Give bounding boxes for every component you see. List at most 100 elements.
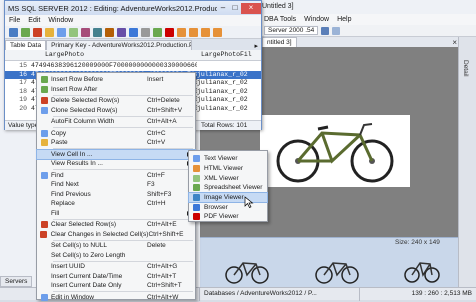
text-viewer-icon	[189, 155, 204, 162]
menu-window[interactable]: Window	[304, 16, 329, 23]
editor-tabbar: ntitled 3] ×	[262, 37, 460, 47]
menu-item-shortcut: Ctrl+F	[147, 172, 187, 179]
server-combo[interactable]: Server 2000 .54	[264, 26, 318, 35]
menu-item-view-cell-in[interactable]: View Cell In ...▶	[37, 150, 195, 160]
stop-icon[interactable]	[165, 28, 174, 37]
minimize-icon[interactable]: –	[217, 3, 229, 14]
clone-selected-row-s-icon	[37, 107, 51, 114]
table-row[interactable]: 1547494638396120009000F70000000000003300…	[5, 62, 261, 70]
menu-item-find[interactable]: FindCtrl+F	[37, 171, 195, 181]
first-record-icon[interactable]	[177, 28, 186, 37]
menu-item-set-cell-s-to-null[interactable]: Set Cell(s) to NULLDelete	[37, 241, 195, 251]
submenu-item-spreadsheet-viewer[interactable]: Spreadsheet Viewer	[189, 183, 267, 193]
menu-item-copy[interactable]: CopyCtrl+C	[37, 129, 195, 139]
menu-item-fill[interactable]: Fill▶	[37, 209, 195, 219]
submenu-item-xml-viewer[interactable]: XML Viewer	[189, 173, 267, 183]
refresh-icon[interactable]	[21, 28, 30, 37]
menu-item-label: Set Cell(s) to Zero Length	[51, 252, 147, 259]
menu-item-shortcut: Ctrl+Shift+E	[148, 231, 187, 238]
image-viewer-icon	[189, 194, 204, 201]
next-record-icon[interactable]	[201, 28, 210, 37]
rollback-icon[interactable]	[141, 28, 150, 37]
bike-thumbnail[interactable]	[222, 255, 272, 285]
largephoto-cell[interactable]: 47494638396120009000F7000000000000330000…	[31, 62, 197, 70]
row-number: 17	[5, 79, 31, 87]
menu-item-label: Copy	[51, 130, 147, 137]
maximize-icon[interactable]: □	[229, 3, 241, 14]
submenu-item-browser[interactable]: Browser	[189, 203, 267, 213]
column-header-largephotofilename[interactable]: LargePhotoFil	[201, 51, 252, 58]
menu-item-set-cell-s-to-zero-length[interactable]: Set Cell(s) to Zero Length	[37, 251, 195, 261]
search-icon[interactable]	[57, 28, 66, 37]
menu-item-insert-current-date-only[interactable]: Insert Current Date OnlyCtrl+Shift+T	[37, 281, 195, 291]
menu-item-clear-selected-row-s[interactable]: Clear Selected Row(s)Ctrl+Alt+E	[37, 220, 195, 230]
menu-item-edit-in-window[interactable]: Edit in WindowCtrl+Alt+W	[37, 293, 195, 302]
menu-item-label: Paste	[51, 139, 147, 146]
servers-button[interactable]: Servers	[0, 276, 32, 287]
menu-item-label: Insert Row Before	[51, 76, 147, 83]
database-icon[interactable]	[321, 27, 329, 35]
bike-thumbnail[interactable]	[312, 255, 362, 285]
commit-icon[interactable]	[129, 28, 138, 37]
menu-item-shortcut: Ctrl+C	[147, 130, 187, 137]
submenu-item-pdf-viewer[interactable]: PDF Viewer	[189, 212, 267, 222]
menu-item-paste[interactable]: PasteCtrl+V	[37, 138, 195, 148]
run-icon[interactable]	[153, 28, 162, 37]
menu-item-clone-selected-row-s[interactable]: Clone Selected Row(s)Ctrl+Shift+V	[37, 106, 195, 116]
import-icon[interactable]	[105, 28, 114, 37]
export-icon[interactable]	[93, 28, 102, 37]
menu-item-insert-row-after[interactable]: Insert Row After	[37, 85, 195, 95]
submenu-item-image-viewer[interactable]: Image Viewer	[189, 193, 267, 203]
submenu-item-text-viewer[interactable]: Text Viewer	[189, 154, 267, 164]
detail-panel-label: Detail	[462, 60, 469, 77]
menu-item-label: Replace	[51, 200, 147, 207]
submenu-item-html-viewer[interactable]: HTML Viewer	[189, 164, 267, 174]
submenu-item-label: Browser	[204, 204, 228, 211]
filename-cell[interactable]: julianax_r_02	[197, 105, 248, 112]
editing-window-titlebar[interactable]: MS SQL SERVER 2012 : Editing: AdventureW…	[5, 1, 261, 15]
bike-thumbnail[interactable]	[402, 255, 442, 285]
database-combo-icon[interactable]	[332, 27, 340, 35]
tab-untitled-3[interactable]: ntitled 3]	[262, 37, 297, 47]
menu-item-view-results-in[interactable]: View Results In ...▶	[37, 159, 195, 169]
menu-item-find-previous[interactable]: Find PreviousShift+F3	[37, 190, 195, 200]
filename-cell[interactable]: julianax_r_02	[197, 71, 248, 78]
remove-row-icon[interactable]	[81, 28, 90, 37]
pin-icon[interactable]: ▸	[251, 42, 261, 50]
menu-item-insert-row-before[interactable]: Insert Row BeforeInsert	[37, 75, 195, 85]
tab-table-data[interactable]: Table Data	[5, 40, 46, 50]
last-record-icon[interactable]	[213, 28, 222, 37]
column-header-largephoto[interactable]: LargePhoto	[45, 51, 84, 58]
add-row-icon[interactable]	[69, 28, 78, 37]
filter-icon[interactable]	[45, 28, 54, 37]
grid-icon[interactable]	[117, 28, 126, 37]
menu-item-shortcut: Ctrl+Alt+T	[147, 273, 187, 280]
close-icon[interactable]: ×	[241, 3, 261, 14]
menu-item-autofit-column-width[interactable]: AutoFit Column WidthCtrl+Alt+A	[37, 117, 195, 127]
grid-header: LargePhoto LargePhotoFil	[5, 50, 261, 61]
tab-primary-key[interactable]: Primary Key - AdventureWorks2012.Product…	[46, 40, 192, 50]
menu-edit[interactable]: Edit	[28, 17, 40, 24]
menu-item-insert-current-date-time[interactable]: Insert Current Date/TimeCtrl+Alt+T	[37, 272, 195, 282]
save-icon[interactable]	[9, 28, 18, 37]
menu-item-clear-changes-in-selected-cell-s[interactable]: Clear Changes in Selected Cell(s)Ctrl+Sh…	[37, 230, 195, 240]
menu-item-replace[interactable]: ReplaceCtrl+H	[37, 199, 195, 209]
delete-icon[interactable]	[33, 28, 42, 37]
menu-item-insert-uuid[interactable]: Insert UUIDCtrl+Alt+G	[37, 262, 195, 272]
menu-file[interactable]: File	[9, 17, 20, 24]
menu-item-find-next[interactable]: Find NextF3	[37, 180, 195, 190]
menu-item-delete-selected-row-s[interactable]: Delete Selected Row(s)Ctrl+Delete	[37, 96, 195, 106]
menu-item-shortcut: Ctrl+Shift+V	[147, 107, 187, 114]
previous-record-icon[interactable]	[189, 28, 198, 37]
filename-cell[interactable]: julianax_r_02	[197, 96, 248, 103]
filename-cell[interactable]: julianax_r_02	[197, 88, 248, 95]
bicycle-image	[260, 115, 410, 187]
total-rows-label: Total Rows: 101	[201, 122, 247, 129]
window-menubar: File Edit Window	[5, 15, 261, 26]
menu-help[interactable]: Help	[337, 16, 351, 23]
menu-window[interactable]: Window	[48, 17, 73, 24]
filename-cell[interactable]: julianax_r_02	[197, 79, 248, 86]
menu-dba-tools[interactable]: DBA Tools	[264, 16, 296, 23]
menu-item-shortcut: Ctrl+H	[147, 200, 187, 207]
menu-item-label: Clear Changes in Selected Cell(s)	[51, 231, 149, 238]
